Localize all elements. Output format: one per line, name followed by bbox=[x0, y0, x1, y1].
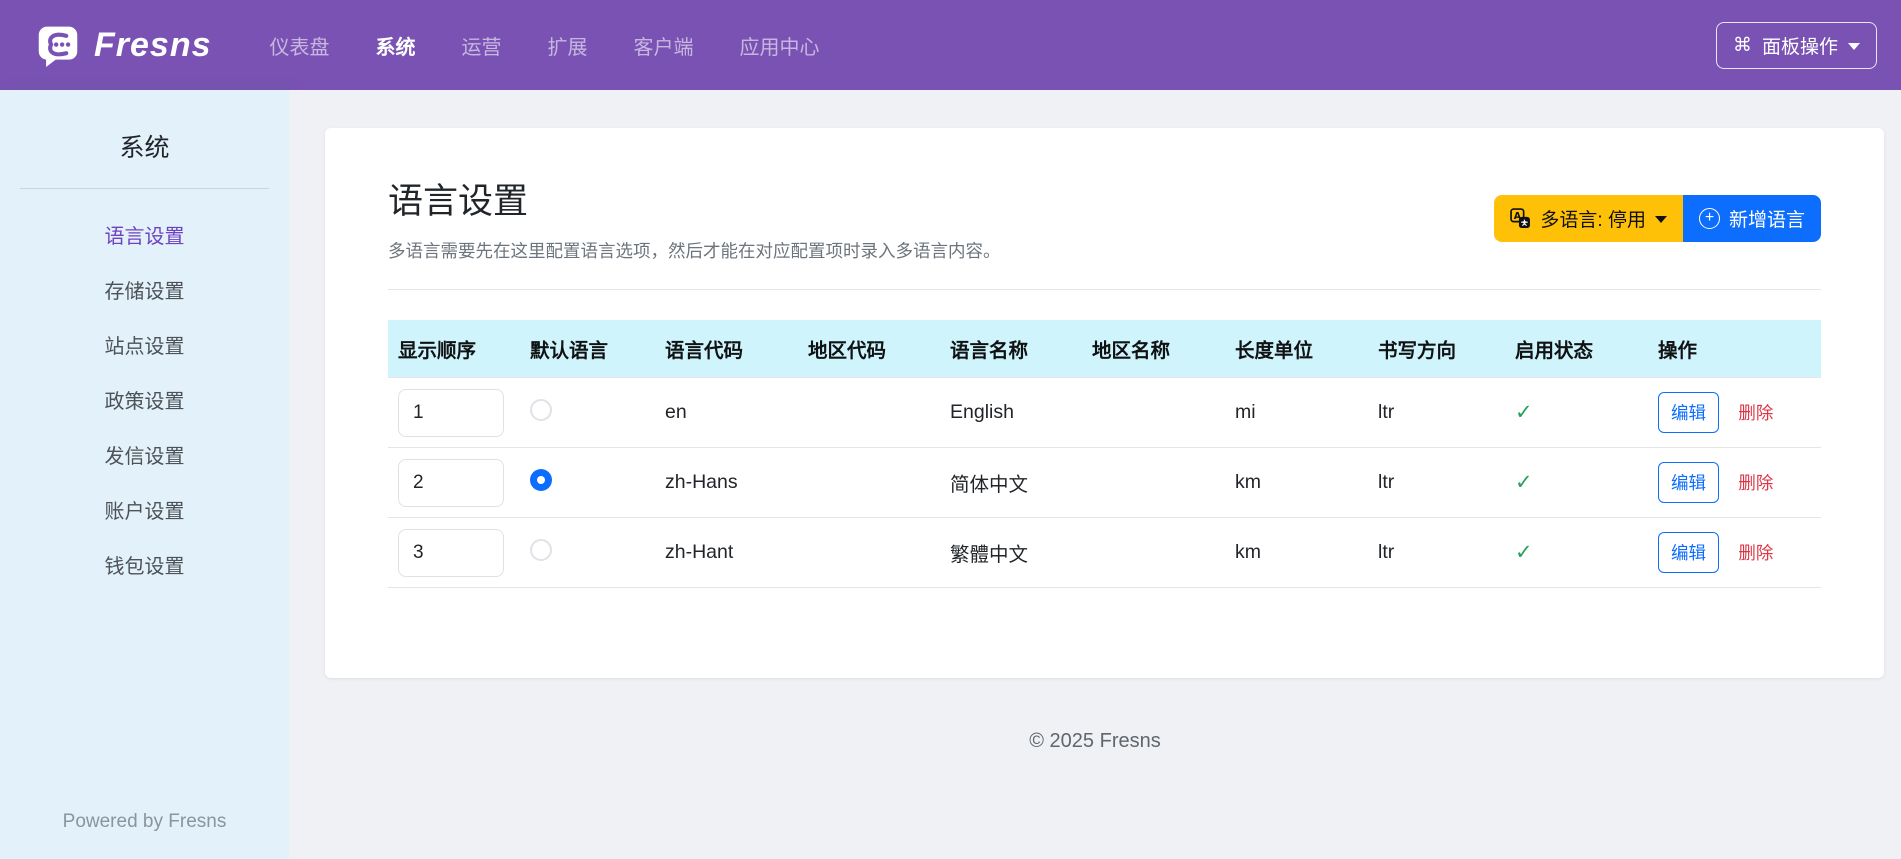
sidebar-divider bbox=[20, 188, 269, 189]
sidebar-title: 系统 bbox=[119, 134, 170, 162]
sidebar-item-site-settings[interactable]: 站点设置 bbox=[0, 317, 289, 372]
order-input[interactable] bbox=[398, 388, 504, 437]
sidebar-item-account-settings[interactable]: 账户设置 bbox=[0, 482, 289, 537]
order-input[interactable] bbox=[398, 458, 504, 507]
delete-link[interactable]: 删除 bbox=[1738, 473, 1773, 493]
title-block: 语言设置 多语言需要先在这里配置语言选项，然后才能在对应配置项时录入多语言内容。 bbox=[388, 173, 1001, 263]
language-code-cell: zh-Hant bbox=[655, 517, 798, 588]
table-row: zh-Hans 简体中文 km ltr ✓ 编辑 删除 bbox=[388, 447, 1821, 518]
nav-item-extensions[interactable]: 扩展 bbox=[548, 31, 588, 60]
multilang-toggle-button[interactable]: A 多语言: 停用 bbox=[1494, 194, 1683, 242]
col-actions: 操作 bbox=[1648, 320, 1821, 378]
area-code-cell bbox=[798, 377, 940, 448]
header-divider bbox=[388, 289, 1821, 290]
col-writing-direction: 书写方向 bbox=[1368, 320, 1505, 378]
area-code-cell bbox=[798, 517, 940, 588]
length-unit-cell: km bbox=[1225, 447, 1368, 518]
chevron-down-icon bbox=[1848, 42, 1860, 50]
sidebar-item-mail-settings[interactable]: 发信设置 bbox=[0, 427, 289, 482]
nav-item-dashboard[interactable]: 仪表盘 bbox=[270, 31, 330, 60]
col-display-order: 显示顺序 bbox=[388, 320, 520, 378]
top-navbar: Fresns 仪表盘 系统 运营 扩展 客户端 应用中心 ⌘ 面板操作 bbox=[0, 0, 1901, 90]
area-name-cell bbox=[1082, 517, 1225, 588]
col-enabled-status: 启用状态 bbox=[1505, 320, 1648, 378]
edit-button[interactable]: 编辑 bbox=[1658, 462, 1719, 503]
length-unit-cell: mi bbox=[1225, 377, 1368, 448]
brand-name: Fresns bbox=[94, 25, 212, 64]
direction-cell: ltr bbox=[1368, 447, 1505, 518]
add-language-button[interactable]: + 新增语言 bbox=[1682, 194, 1821, 242]
sidebar: 系统 语言设置 存储设置 站点设置 政策设置 发信设置 账户设置 钱包设置 Po… bbox=[0, 90, 289, 859]
col-area-code: 地区代码 bbox=[798, 320, 940, 378]
enabled-check-icon: ✓ bbox=[1515, 401, 1533, 424]
powered-by: Powered by Fresns bbox=[62, 811, 227, 832]
delete-link[interactable]: 删除 bbox=[1738, 403, 1773, 423]
language-code-cell: en bbox=[655, 377, 798, 448]
add-language-label: 新增语言 bbox=[1728, 209, 1805, 231]
page-title: 语言设置 bbox=[388, 182, 529, 221]
order-input[interactable] bbox=[398, 528, 504, 577]
col-default-language: 默认语言 bbox=[520, 320, 655, 378]
main-content: 语言设置 多语言需要先在这里配置语言选项，然后才能在对应配置项时录入多语言内容。… bbox=[289, 90, 1901, 859]
sidebar-item-policy-settings[interactable]: 政策设置 bbox=[0, 372, 289, 427]
enabled-check-icon: ✓ bbox=[1515, 541, 1533, 564]
col-language-code: 语言代码 bbox=[655, 320, 798, 378]
brand[interactable]: Fresns bbox=[36, 23, 212, 67]
table-row: en English mi ltr ✓ 编辑 删除 bbox=[388, 377, 1821, 448]
area-name-cell bbox=[1082, 447, 1225, 518]
default-language-radio[interactable] bbox=[530, 538, 552, 561]
nav-item-app-center[interactable]: 应用中心 bbox=[740, 31, 820, 60]
fresns-logo-icon bbox=[36, 23, 80, 67]
default-language-radio[interactable] bbox=[530, 398, 552, 421]
panel-actions-label: 面板操作 bbox=[1761, 36, 1838, 58]
table-row: zh-Hant 繁體中文 km ltr ✓ 编辑 删除 bbox=[388, 517, 1821, 588]
panel-actions-button[interactable]: ⌘ 面板操作 bbox=[1715, 21, 1877, 69]
header-buttons: A 多语言: 停用 + 新增语言 bbox=[1494, 194, 1821, 242]
col-length-unit: 长度单位 bbox=[1225, 320, 1368, 378]
nav-item-operations[interactable]: 运营 bbox=[462, 31, 502, 60]
language-name-cell: 简体中文 bbox=[940, 447, 1082, 518]
table-header: 显示顺序 默认语言 语言代码 地区代码 语言名称 地区名称 长度单位 书写方向 … bbox=[388, 320, 1821, 378]
col-area-name: 地区名称 bbox=[1082, 320, 1225, 378]
direction-cell: ltr bbox=[1368, 377, 1505, 448]
translate-icon: A bbox=[1510, 207, 1531, 229]
sidebar-item-language-settings[interactable]: 语言设置 bbox=[0, 207, 289, 262]
language-name-cell: English bbox=[940, 377, 1082, 448]
main-nav: 仪表盘 系统 运营 扩展 客户端 应用中心 bbox=[270, 31, 820, 60]
direction-cell: ltr bbox=[1368, 517, 1505, 588]
sidebar-menu: 语言设置 存储设置 站点设置 政策设置 发信设置 账户设置 钱包设置 bbox=[0, 207, 289, 592]
col-language-name: 语言名称 bbox=[940, 320, 1082, 378]
languages-table: 显示顺序 默认语言 语言代码 地区代码 语言名称 地区名称 长度单位 书写方向 … bbox=[388, 320, 1821, 588]
nav-item-clients[interactable]: 客户端 bbox=[634, 31, 694, 60]
card-header: 语言设置 多语言需要先在这里配置语言选项，然后才能在对应配置项时录入多语言内容。… bbox=[388, 173, 1821, 263]
area-name-cell bbox=[1082, 377, 1225, 448]
plus-circle-icon: + bbox=[1698, 207, 1720, 229]
delete-link[interactable]: 删除 bbox=[1738, 543, 1773, 563]
command-icon: ⌘ bbox=[1732, 34, 1752, 56]
nav-item-system[interactable]: 系统 bbox=[376, 31, 416, 60]
language-name-cell: 繁體中文 bbox=[940, 517, 1082, 588]
edit-button[interactable]: 编辑 bbox=[1658, 392, 1719, 433]
chevron-down-icon bbox=[1654, 215, 1667, 223]
sidebar-item-storage-settings[interactable]: 存储设置 bbox=[0, 262, 289, 317]
default-language-radio[interactable] bbox=[530, 468, 552, 491]
edit-button[interactable]: 编辑 bbox=[1658, 532, 1719, 573]
length-unit-cell: km bbox=[1225, 517, 1368, 588]
language-code-cell: zh-Hans bbox=[655, 447, 798, 518]
copyright: © 2025 Fresns bbox=[1029, 730, 1161, 752]
area-code-cell bbox=[798, 447, 940, 518]
page-subtitle: 多语言需要先在这里配置语言选项，然后才能在对应配置项时录入多语言内容。 bbox=[388, 241, 1001, 261]
language-settings-card: 语言设置 多语言需要先在这里配置语言选项，然后才能在对应配置项时录入多语言内容。… bbox=[325, 128, 1884, 678]
sidebar-item-wallet-settings[interactable]: 钱包设置 bbox=[0, 537, 289, 592]
enabled-check-icon: ✓ bbox=[1515, 471, 1533, 494]
multilang-toggle-label: 多语言: 停用 bbox=[1540, 209, 1646, 231]
